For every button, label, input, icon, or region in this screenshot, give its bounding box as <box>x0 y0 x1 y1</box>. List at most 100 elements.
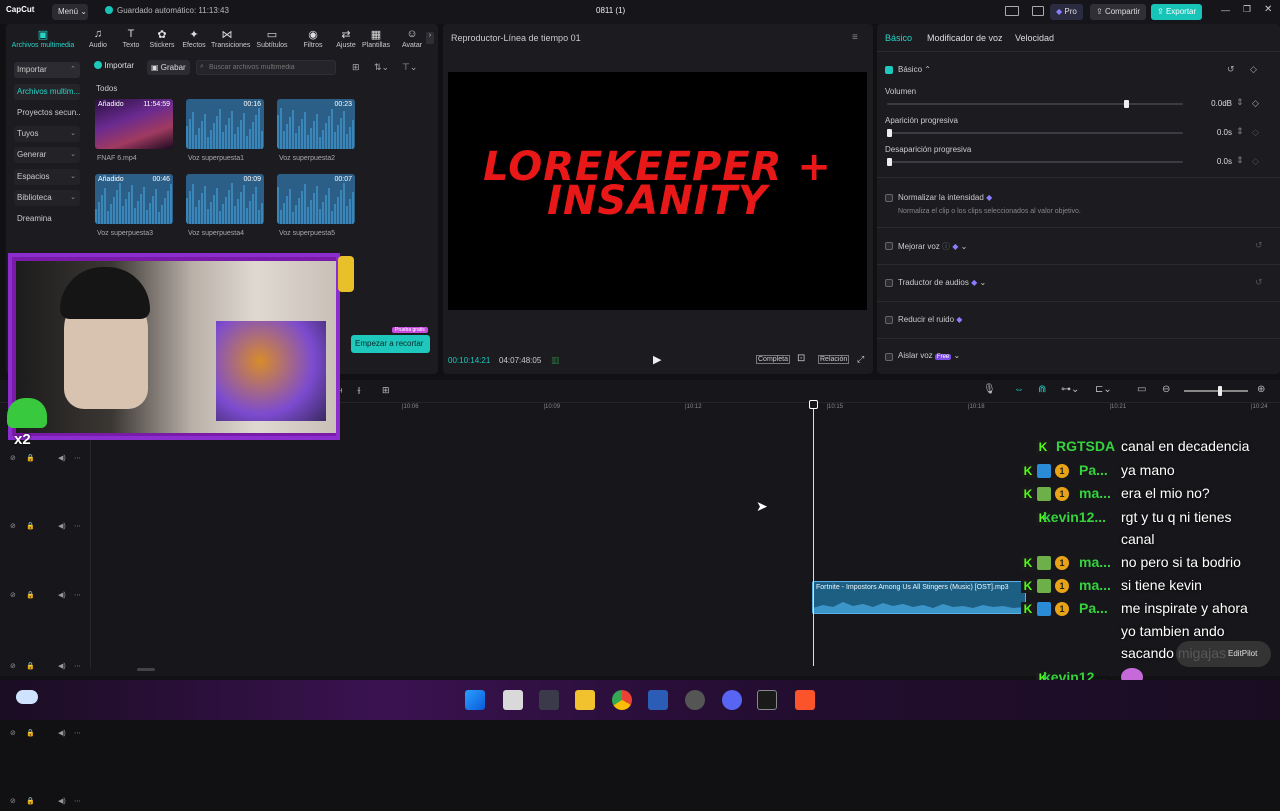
export-button[interactable]: ⇪ Exportar <box>1151 4 1203 20</box>
discord-icon[interactable] <box>722 690 742 710</box>
caption-icon[interactable]: ▭ <box>1137 384 1146 395</box>
sort-icon[interactable]: ⇅⌄ <box>374 62 389 73</box>
zoom-knob[interactable] <box>1218 386 1222 396</box>
tab-basic[interactable]: Básico <box>885 33 912 43</box>
pro-button[interactable]: ◆ Pro <box>1050 4 1083 20</box>
tab-transiciones[interactable]: ⋈ Transiciones <box>211 28 250 49</box>
editpilot-pill[interactable]: EditPilot <box>1176 641 1271 667</box>
fade-in-value[interactable]: 0.0s <box>1192 128 1232 137</box>
crop-icon[interactable]: ⊞ <box>382 385 390 396</box>
full-button[interactable]: Completa <box>756 355 790 364</box>
keyframe-icon[interactable]: ◇ <box>1252 156 1259 167</box>
more-icon[interactable]: ⋯ <box>74 662 81 670</box>
keyframe-icon[interactable]: ◇ <box>1250 64 1257 75</box>
share-button[interactable]: ⇪ Compartir <box>1090 4 1147 20</box>
zoom-in-icon[interactable]: ⊕ <box>1257 384 1265 395</box>
visibility-icon[interactable]: ⊘ <box>10 729 16 737</box>
tab-avatar[interactable]: ☺ Avatar <box>396 28 428 49</box>
visibility-icon[interactable]: ⊘ <box>10 662 16 670</box>
zoom-out-icon[interactable]: ⊖ <box>1162 384 1170 395</box>
sidebar-item-3[interactable]: Tuyos ⌄ <box>14 126 80 142</box>
more-icon[interactable]: ⋯ <box>74 454 81 462</box>
play-icon[interactable]: ▶ <box>653 353 661 366</box>
obs-icon[interactable] <box>685 690 705 710</box>
isolate-checkbox[interactable] <box>885 353 893 361</box>
preview-screen[interactable]: LOREKEEPER + INSANITY <box>448 72 867 310</box>
file-explorer-icon[interactable] <box>575 690 595 710</box>
fade-out-slider[interactable] <box>887 158 1183 166</box>
sidebar-item-2[interactable]: Proyectos secun... <box>14 105 80 121</box>
noise-checkbox[interactable] <box>885 316 893 324</box>
tab-speed[interactable]: Velocidad <box>1015 33 1054 43</box>
mute-icon[interactable]: ◀) <box>58 454 66 462</box>
fade-in-knob[interactable] <box>887 129 892 137</box>
more-icon[interactable]: ⋯ <box>74 522 81 530</box>
media-thumb[interactable]: 11:54:59 Añadido <box>95 99 173 149</box>
fade-out-knob[interactable] <box>887 158 892 166</box>
preview-axis-icon[interactable]: ⊏⌄ <box>1095 384 1112 395</box>
search-input[interactable] <box>196 60 336 75</box>
layout-icon[interactable] <box>1005 6 1019 16</box>
fullscreen-icon[interactable]: ⤢ <box>857 354 864 365</box>
media-thumb[interactable]: 00:46 Añadido <box>95 174 173 224</box>
chrome-icon[interactable] <box>612 690 632 710</box>
tab-ajuste[interactable]: ⇄ Ajuste <box>330 28 362 49</box>
volume-knob[interactable] <box>1123 100 1129 108</box>
lock-icon[interactable]: 🔒 <box>26 591 35 599</box>
lock-icon[interactable]: 🔒 <box>26 729 35 737</box>
tab-voice-changer[interactable]: Modificador de voz <box>927 33 1003 43</box>
reset-icon[interactable]: ↺ <box>1255 277 1263 288</box>
keyframe-icon[interactable]: ◇ <box>1252 98 1259 109</box>
more-icon[interactable]: ⋯ <box>74 797 81 805</box>
sidebar-item-0[interactable]: Importar ⌃ <box>14 62 80 78</box>
app-icon[interactable] <box>539 690 559 710</box>
keyframe-icon[interactable]: ◇ <box>1252 127 1259 138</box>
tab-texto[interactable]: T Texto <box>115 28 147 49</box>
mute-icon[interactable]: ◀) <box>58 797 66 805</box>
menu-button[interactable]: Menú ⌄ <box>52 4 88 20</box>
visibility-icon[interactable]: ⊘ <box>10 797 16 805</box>
visibility-icon[interactable]: ⊘ <box>10 591 16 599</box>
mute-icon[interactable]: ◀) <box>58 729 66 737</box>
media-thumb[interactable]: 00:09 <box>186 174 264 224</box>
grid-view-icon[interactable]: ⊞ <box>352 62 360 73</box>
stepper-icon[interactable]: ⇕ <box>1236 126 1244 137</box>
volume-value[interactable]: 0.0dB <box>1192 99 1232 108</box>
stepper-icon[interactable]: ⇕ <box>1236 97 1244 108</box>
tab-plantillas[interactable]: ▦ Plantillas <box>360 28 392 49</box>
minimize-icon[interactable]: — <box>1221 5 1230 15</box>
scrollbar-thumb[interactable] <box>137 668 155 671</box>
playhead-handle[interactable] <box>809 400 818 409</box>
tab-archivos-multimedia[interactable]: ▣ Archivos multimedia <box>9 28 77 49</box>
mute-icon[interactable]: ◀) <box>58 662 66 670</box>
sidebar-item-6[interactable]: Biblioteca ⌄ <box>14 190 80 206</box>
media-thumb[interactable]: 00:23 <box>277 99 355 149</box>
mute-icon[interactable]: ◀) <box>58 522 66 530</box>
zoom-slider[interactable] <box>1184 386 1248 396</box>
brave-icon[interactable] <box>795 690 815 710</box>
visibility-icon[interactable]: ⊘ <box>10 522 16 530</box>
more-icon[interactable]: ⋯ <box>74 729 81 737</box>
sidebar-item-1[interactable]: Archivos multim... <box>14 84 80 100</box>
sidebar-item-4[interactable]: Generar ⌄ <box>14 147 80 163</box>
volume-slider[interactable] <box>887 100 1183 108</box>
enhance-voice-checkbox[interactable] <box>885 242 893 250</box>
tab-subtítulos[interactable]: ▭ Subtítulos <box>256 28 288 49</box>
lock-icon[interactable]: 🔒 <box>26 797 35 805</box>
fade-out-value[interactable]: 0.0s <box>1192 157 1232 166</box>
lock-icon[interactable]: 🔒 <box>26 662 35 670</box>
lock-icon[interactable]: 🔒 <box>26 522 35 530</box>
record-button[interactable]: ▣ Grabar <box>147 60 190 75</box>
windows-start-icon[interactable] <box>465 690 485 710</box>
more-icon[interactable]: ⋯ <box>74 591 81 599</box>
menu-icon[interactable]: ≡ <box>852 32 858 43</box>
lock-icon[interactable]: 🔒 <box>26 454 35 462</box>
media-thumb[interactable]: 00:07 <box>277 174 355 224</box>
tab-filtros[interactable]: ◉ Filtros <box>297 28 329 49</box>
sidebar-item-5[interactable]: Espacios ⌄ <box>14 169 80 185</box>
reset-icon[interactable]: ↺ <box>1255 240 1263 251</box>
basic-checkbox[interactable] <box>885 66 893 74</box>
reset-icon[interactable]: ↺ <box>1227 64 1235 75</box>
playhead[interactable] <box>809 400 818 666</box>
section-basic[interactable]: Básico ⌃ <box>898 65 931 74</box>
